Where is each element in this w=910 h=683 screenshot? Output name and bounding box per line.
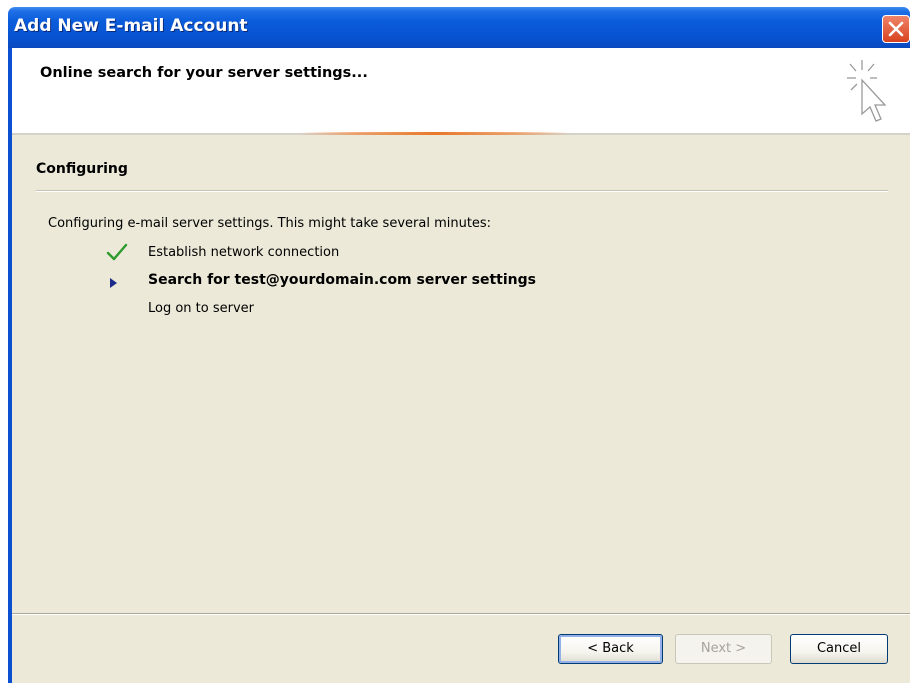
title-bar[interactable]: Add New E-mail Account xyxy=(8,7,910,48)
dialog-window: Add New E-mail Account Online search for… xyxy=(0,0,910,683)
wizard-header: Online search for your server settings..… xyxy=(12,48,910,133)
step-establish-connection: Establish network connection xyxy=(148,245,340,260)
checkmark-icon xyxy=(106,243,128,261)
wizard-body: Configuring Configuring e-mail server se… xyxy=(12,135,910,683)
window-title: Add New E-mail Account xyxy=(14,16,248,36)
wizard-cursor-icon xyxy=(847,60,887,122)
footer-divider xyxy=(12,613,910,615)
intro-text: Configuring e-mail server settings. This… xyxy=(48,216,492,231)
section-divider xyxy=(36,190,888,192)
next-button[interactable]: Next > xyxy=(675,634,772,664)
section-title: Configuring xyxy=(36,161,128,177)
page-title: Online search for your server settings..… xyxy=(40,65,368,81)
back-button[interactable]: < Back xyxy=(558,634,663,664)
cancel-button[interactable]: Cancel xyxy=(790,634,888,664)
step-search-server-settings: Search for test@yourdomain.com server se… xyxy=(148,272,536,288)
close-button[interactable] xyxy=(882,15,910,43)
close-icon xyxy=(888,21,904,37)
arrow-right-icon xyxy=(110,278,117,288)
step-log-on: Log on to server xyxy=(148,301,255,316)
